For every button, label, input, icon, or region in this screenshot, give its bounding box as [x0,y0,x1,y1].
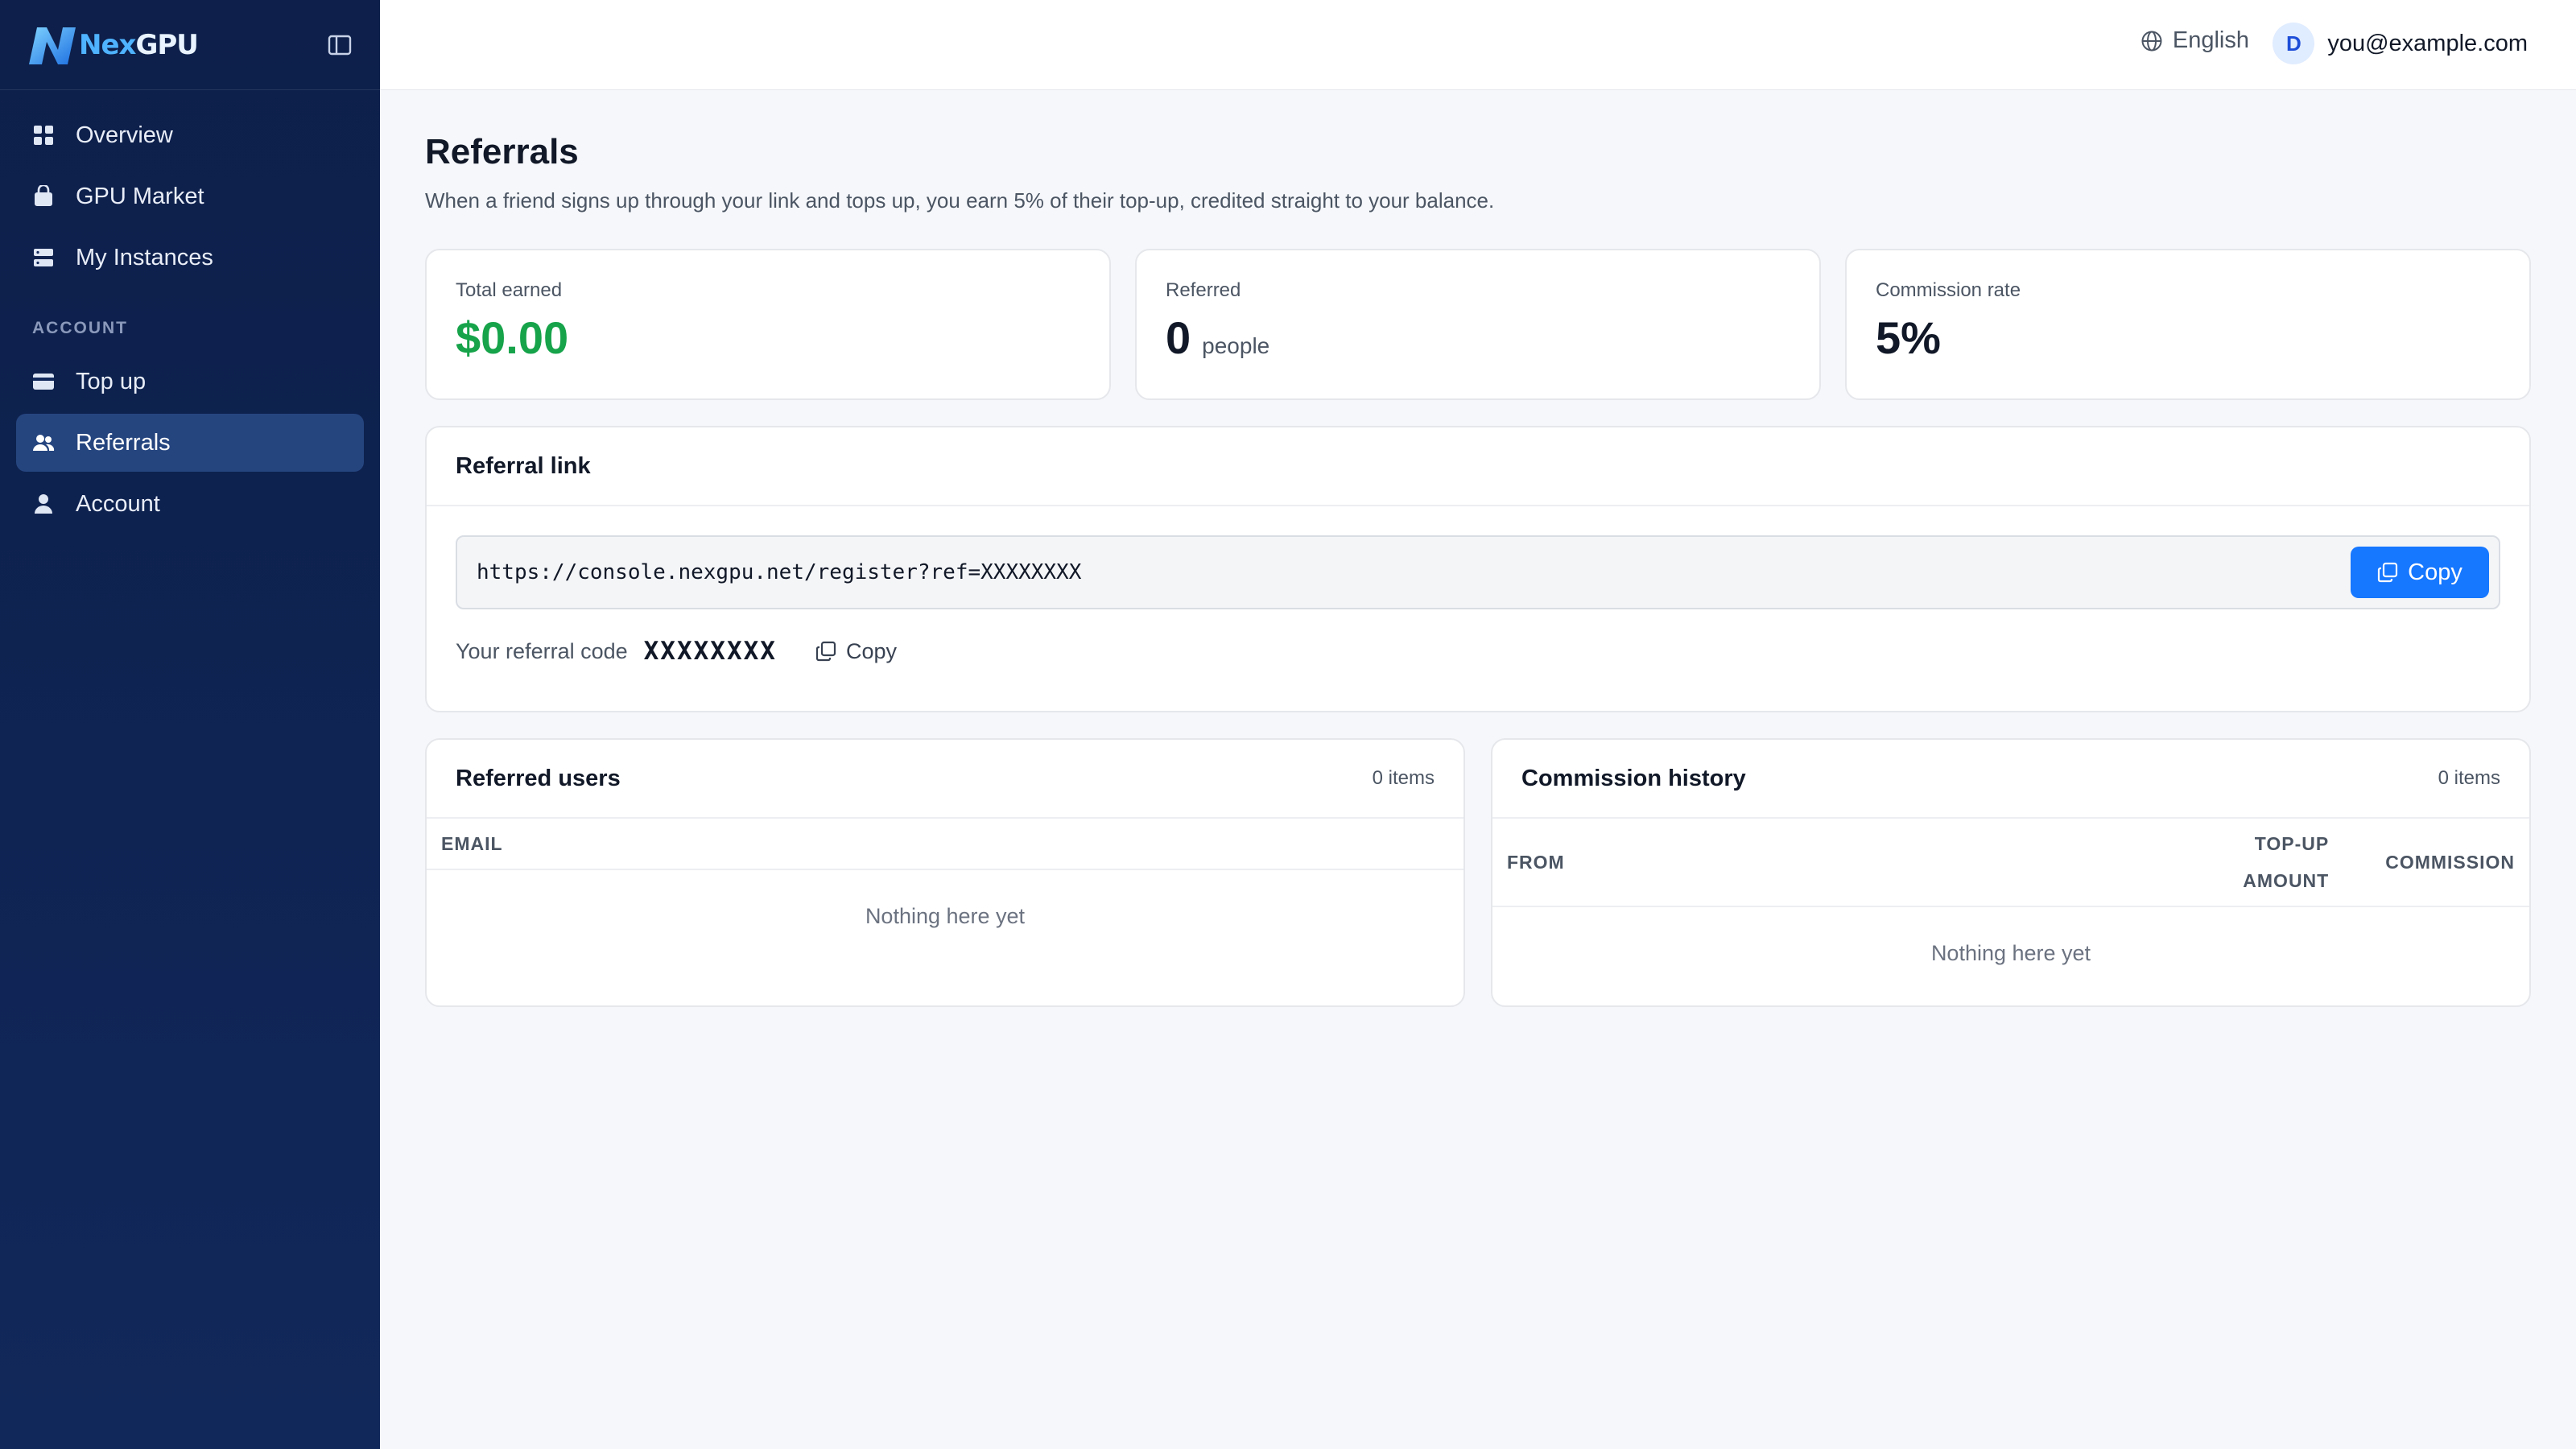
sidebar-item-my-instances[interactable]: My Instances [16,229,364,287]
stat-commission-rate: Commission rate 5% [1845,249,2531,400]
tables-row: Referred users 0 items EMAIL Nothing her… [425,738,2531,1007]
sidebar-section-account: ACCOUNT [32,319,128,337]
card-title: Referred users [456,765,621,791]
commission-history-card: Commission history 0 items FROM TOP-UP A… [1491,738,2531,1007]
card-icon [32,370,55,393]
referral-link-field[interactable]: https://console.nexgpu.net/register?ref=… [456,535,2500,609]
card-header: Referred users 0 items [427,740,1463,819]
sidebar-item-account[interactable]: Account [16,475,364,533]
stat-total-earned: Total earned $0.00 [425,249,1111,400]
sidebar-item-label: My Instances [76,244,213,270]
card-header: Referral link [427,427,2529,506]
language-label: English [2172,27,2249,53]
stats-row: Total earned $0.00 Referred 0 people Com… [425,249,2531,400]
sidebar: NexGPU Overview GPU Market My Instances … [0,0,380,1449]
stat-label: Referred [1166,279,1241,301]
sidebar-item-overview[interactable]: Overview [16,106,364,164]
column-label-line: TOP-UP [2254,833,2330,854]
server-icon [32,246,55,269]
stat-label: Total earned [456,279,563,301]
language-switcher[interactable]: English [2140,27,2249,54]
avatar: D [2273,23,2315,64]
column-email[interactable]: EMAIL [441,833,503,855]
sidebar-item-referrals[interactable]: Referrals [16,414,364,472]
user-email: you@example.com [2327,30,2528,56]
grid-icon [32,124,55,147]
main-content: Referrals When a friend signs up through… [425,90,2531,1007]
bag-icon [32,185,55,208]
copy-code-label: Copy [845,638,897,663]
referral-link-card: Referral link https://console.nexgpu.net… [425,426,2531,712]
empty-state: Nothing here yet [1930,941,2091,965]
copy-icon [815,641,836,662]
sidebar-toggle-icon[interactable] [325,31,354,60]
item-count: 0 items [2438,767,2500,789]
card-title: Commission history [1521,765,1746,791]
sidebar-item-label: Overview [76,122,173,148]
copy-icon [2377,562,2398,583]
sidebar-item-label: Account [76,490,160,517]
referral-link-text[interactable]: https://console.nexgpu.net/register?ref=… [477,560,1081,584]
sidebar-item-top-up[interactable]: Top up [16,353,364,411]
sidebar-item-label: Top up [76,368,147,394]
stat-unit: people [1202,333,1270,358]
column-commission[interactable]: COMMISSION [2385,852,2515,873]
column-from[interactable]: FROM [1507,852,1565,873]
table-header: EMAIL [427,819,1463,870]
item-count: 0 items [1372,767,1435,789]
copy-link-button[interactable]: Copy [2351,547,2489,598]
card-header: Commission history 0 items [1492,740,2529,819]
sidebar-nav: Overview GPU Market My Instances ACCOUNT… [0,90,380,552]
page-description: When a friend signs up through your link… [425,188,1495,213]
sidebar-item-label: Referrals [76,429,171,456]
globe-icon [2140,30,2163,52]
stat-value: 0 [1166,312,1191,363]
referral-code: XXXXXXXX [643,637,777,666]
users-icon [32,431,55,454]
stat-label: Commission rate [1876,279,2021,301]
brand-name: NexGPU [79,28,199,61]
referral-code-label: Your referral code [456,638,628,663]
table-header-right: TOP-UP AMOUNT COMMISSION [2243,825,2515,899]
column-label-line: AMOUNT [2243,870,2330,891]
user-menu[interactable]: D you@example.com [2273,23,2528,64]
sidebar-item-gpu-market[interactable]: GPU Market [16,167,364,225]
empty-state: Nothing here yet [865,904,1026,928]
stat-value-row: 0 people [1166,312,1790,364]
stat-referred: Referred 0 people [1135,249,1821,400]
copy-code-button[interactable]: Copy [815,639,897,664]
column-top-up-amount[interactable]: TOP-UP AMOUNT [2243,825,2329,899]
stat-value: 5% [1876,312,1941,363]
page-title: Referrals [425,132,579,171]
copy-button-label: Copy [2408,559,2462,585]
referred-users-card: Referred users 0 items EMAIL Nothing her… [425,738,1465,1007]
top-bar: English D you@example.com [380,0,2576,90]
brand: NexGPU [0,0,380,90]
user-icon [32,493,55,515]
card-title: Referral link [456,452,591,479]
table-header: FROM TOP-UP AMOUNT COMMISSION [1492,819,2529,907]
logo-icon [26,23,82,68]
stat-value: $0.00 [456,312,569,363]
sidebar-item-label: GPU Market [76,183,204,209]
referral-code-row: Your referral code XXXXXXXX Copy [456,637,2500,666]
